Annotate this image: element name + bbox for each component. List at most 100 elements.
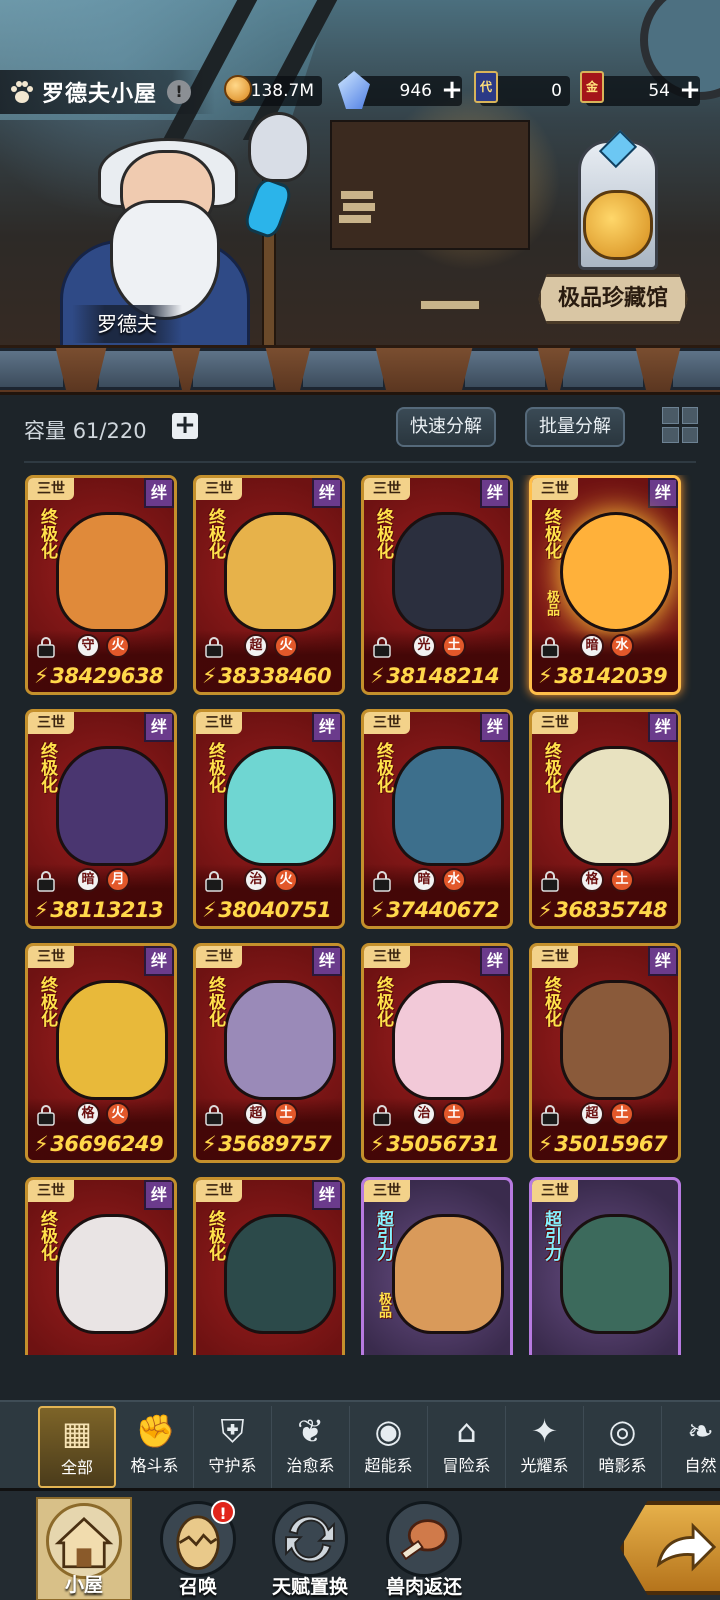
evolution-rank: 终极化 xyxy=(37,508,57,559)
filter-sprout[interactable]: ❦ 治愈系 xyxy=(272,1406,350,1488)
lock-icon[interactable] xyxy=(204,1104,224,1126)
lock-icon[interactable] xyxy=(36,1104,56,1126)
bond-badge: 绊 xyxy=(312,478,342,508)
element-icon: 月 xyxy=(106,868,130,892)
crystal-counter: 946 + xyxy=(338,71,464,109)
filter-lantern[interactable]: ⌂ 冒险系 xyxy=(428,1406,506,1488)
power-icon: ⚡ xyxy=(34,664,49,688)
capacity-value: 61/220 xyxy=(72,419,147,443)
location-title-text: 罗德夫小屋 xyxy=(42,82,158,107)
add-crystal-button[interactable]: + xyxy=(440,77,464,103)
pet-card-grid[interactable]: 三世绊终极化守火 ⚡38429638 三世绊终极化超火 ⚡38338460 三世绊终极化… xyxy=(25,475,697,1355)
filter-all[interactable]: ▦ 全部 xyxy=(38,1406,116,1488)
pet-card[interactable]: 三世 绊终极化超土 ⚡35015967 xyxy=(529,943,681,1163)
pet-card[interactable]: 三世 超引力 极品 xyxy=(361,1177,513,1355)
element-icon: 水 xyxy=(442,868,466,892)
metal-clamp xyxy=(560,348,646,390)
lock-icon[interactable] xyxy=(204,870,224,892)
element-icon: 治 xyxy=(412,1102,436,1126)
lock-icon[interactable] xyxy=(540,636,560,658)
pet-portrait xyxy=(560,512,672,632)
crystal-icon xyxy=(338,71,370,109)
gold-coin-icon xyxy=(224,75,252,103)
combat-power: ⚡35015967 xyxy=(538,1132,668,1156)
collection-hall-button[interactable]: 极品珍藏馆 xyxy=(538,274,688,324)
combat-power-value: 38142039 xyxy=(554,664,668,688)
pet-card[interactable]: 三世 绊终极化暗月 ⚡38113213 xyxy=(25,709,177,929)
pet-card[interactable]: 三世 绊终极化暗水 ⚡37440672 xyxy=(361,709,513,929)
filter-label: 全部 xyxy=(60,1458,93,1477)
bond-badge: 绊 xyxy=(648,946,678,976)
go-arrow-button[interactable] xyxy=(620,1501,720,1595)
lantern-icon: ⌂ xyxy=(456,1412,477,1450)
lock-icon[interactable] xyxy=(372,870,392,892)
evolution-rank: 终极化 xyxy=(541,742,561,793)
lock-icon[interactable] xyxy=(36,870,56,892)
filter-shield[interactable]: ⛨ 守护系 xyxy=(194,1406,272,1488)
bond-badge: 绊 xyxy=(144,946,174,976)
evolution-rank: 终极化 xyxy=(373,742,393,793)
pet-card[interactable]: 三世 绊终极化治土 ⚡35056731 xyxy=(361,943,513,1163)
element-icon: 火 xyxy=(274,868,298,892)
filter-leaf[interactable]: ❧ 自然 xyxy=(662,1406,720,1488)
filter-fist[interactable]: ✊ 格斗系 xyxy=(116,1406,194,1488)
tier-badge: 三世 xyxy=(364,478,410,500)
lock-icon[interactable] xyxy=(372,1104,392,1126)
grid-view-icon[interactable] xyxy=(662,407,698,443)
lock-icon[interactable] xyxy=(540,870,560,892)
bond-badge: 绊 xyxy=(648,478,678,508)
pet-card[interactable]: 三世 绊终极化治火 ⚡38040751 xyxy=(193,709,345,929)
quick-decompose-button[interactable]: 快速分解 xyxy=(396,407,496,447)
nav-hut[interactable]: 小屋 xyxy=(36,1497,132,1600)
pet-card[interactable]: 三世 超引力 xyxy=(529,1177,681,1355)
combat-power: ⚡36696249 xyxy=(34,1132,164,1156)
element-icon: 土 xyxy=(442,1102,466,1126)
element-icon: 格 xyxy=(76,1102,100,1126)
combat-power-value: 36835748 xyxy=(554,898,668,922)
pet-portrait xyxy=(392,746,504,866)
pet-portrait xyxy=(56,512,168,632)
metal-clamp xyxy=(300,348,386,390)
nav-summon[interactable]: ! 召唤 xyxy=(150,1497,246,1600)
filter-eye[interactable]: ◎ 暗影系 xyxy=(584,1406,662,1488)
pet-card[interactable]: 三世 绊终极化 xyxy=(25,1177,177,1355)
pet-card[interactable]: 三世 绊终极化超土 ⚡35689757 xyxy=(193,943,345,1163)
pet-card[interactable]: 三世 绊终极化格火 ⚡36696249 xyxy=(25,943,177,1163)
nav-talent-swap[interactable]: 天赋置换 xyxy=(262,1497,358,1600)
power-icon: ⚡ xyxy=(34,1132,49,1156)
eye-icon: ◎ xyxy=(608,1412,637,1450)
dai-card-value: 0 xyxy=(551,81,562,101)
combat-power-value: 38113213 xyxy=(50,898,164,922)
add-jin-card-button[interactable]: + xyxy=(678,77,702,103)
bottom-navigation: 小屋 ! 召唤 天赋置换 兽肉返还 xyxy=(0,1488,720,1600)
lock-icon[interactable] xyxy=(372,636,392,658)
nav-meat-refund[interactable]: 兽肉返还 xyxy=(376,1497,472,1600)
lock-icon[interactable] xyxy=(204,636,224,658)
element-icon: 土 xyxy=(442,634,466,658)
pet-card[interactable]: 三世 绊终极化超火 ⚡38338460 xyxy=(193,475,345,695)
expand-capacity-button[interactable]: + xyxy=(172,412,198,439)
pet-card[interactable]: 三世 绊终极化格土 ⚡36835748 xyxy=(529,709,681,929)
lock-icon[interactable] xyxy=(540,1104,560,1126)
element-icon: 治 xyxy=(244,868,268,892)
tier-badge: 三世 xyxy=(196,946,242,968)
pet-card[interactable]: 三世 绊终极化 极品暗水 ⚡38142039 xyxy=(529,475,681,695)
bond-badge: 绊 xyxy=(312,712,342,742)
bond-badge: 绊 xyxy=(312,1180,342,1210)
pet-card[interactable]: 三世 绊终极化 xyxy=(193,1177,345,1355)
info-icon[interactable]: ! xyxy=(167,80,192,104)
element-icon: 超 xyxy=(580,1102,604,1126)
batch-decompose-button[interactable]: 批量分解 xyxy=(525,407,625,447)
bond-badge: 绊 xyxy=(480,478,510,508)
filter-psychic[interactable]: ◉ 超能系 xyxy=(350,1406,428,1488)
filter-star[interactable]: ✦ 光耀系 xyxy=(506,1406,584,1488)
element-filter-bar: ▦ 全部 ✊ 格斗系 ⛨ 守护系 ❦ 治愈系 ◉ 超能系 ⌂ 冒险系 ✦ 光耀系 ◎ 暗影系 ❧ 自然 xyxy=(0,1400,720,1488)
dai-card-icon: 代 xyxy=(474,71,498,103)
bond-badge: 绊 xyxy=(144,712,174,742)
lock-icon[interactable] xyxy=(36,636,56,658)
jin-card-counter: 金 54 + xyxy=(580,71,702,106)
star-icon: ✦ xyxy=(531,1412,558,1450)
pet-card[interactable]: 三世 绊终极化守火 ⚡38429638 xyxy=(25,475,177,695)
pet-card[interactable]: 三世 绊终极化光土 ⚡38148214 xyxy=(361,475,513,695)
inventory-panel: 容量 61/220 + 快速分解 批量分解 三世绊终极化守火 ⚡38429638 三… xyxy=(0,395,720,1400)
